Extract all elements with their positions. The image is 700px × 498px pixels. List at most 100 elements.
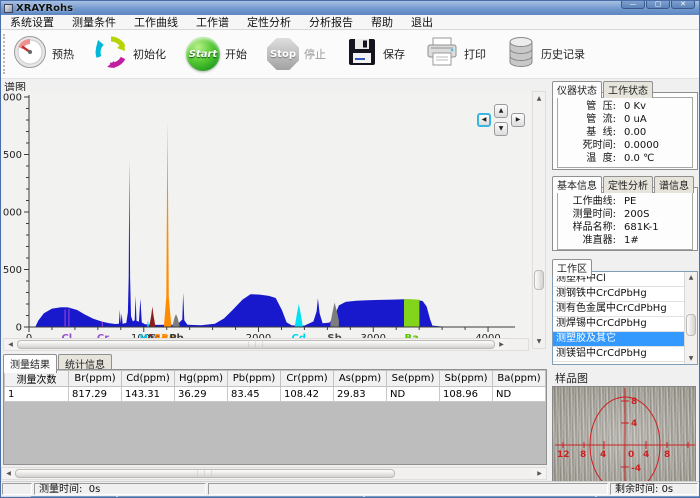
workzone-item-1[interactable]: 测钢铁中CrCdPbHg	[553, 287, 697, 302]
scroll-right-icon[interactable]: ▶	[533, 468, 546, 479]
info-label: 管 压:	[558, 100, 616, 113]
tab-info-2[interactable]: 谱信息	[654, 176, 694, 193]
table-hscroll-thumb[interactable]: ⋮⋮⋮	[15, 469, 395, 478]
save-button[interactable]: 保存	[346, 36, 405, 72]
scroll-down-icon[interactable]: ▼	[685, 353, 697, 364]
pan-left-button[interactable]: ◀	[477, 113, 491, 127]
info-value: 681K-1	[616, 221, 659, 234]
info-row: 管 流:0 uA	[558, 113, 692, 126]
scroll-up-icon[interactable]: ▲	[533, 93, 545, 104]
column-header: Cr(ppm)	[281, 371, 334, 387]
menu-item-7[interactable]: 退出	[402, 15, 442, 30]
info-value: 0.0 ℃	[616, 152, 654, 165]
history-button[interactable]: 历史记录	[506, 35, 585, 73]
workzone-scrollbar[interactable]: ▲ ▼	[684, 272, 697, 364]
tab-info-0[interactable]: 基本信息	[552, 176, 602, 193]
workzone-item-5[interactable]: 测镁铝中CrCdPbHg	[553, 347, 697, 362]
info-value: 0.0000	[616, 139, 659, 152]
toolbar-gripper[interactable]	[3, 34, 7, 74]
menu-item-5[interactable]: 分析报告	[300, 15, 362, 30]
instrument-status-box: 管 压:0 Kv管 流:0 uA基 线:0.00死时间:0.0000温 度:0.…	[552, 92, 698, 170]
chart-pan-controls: ◀ ▲ ▼ ▶	[477, 104, 527, 148]
scroll-left-icon[interactable]: ◀	[2, 468, 15, 479]
tab-instrument-0[interactable]: 仪器状态	[552, 81, 602, 98]
chart-horizontal-scrollbar[interactable]: ◀ ⋮⋮⋮ ▶	[3, 338, 529, 351]
maximize-button[interactable]: ▢	[646, 0, 670, 9]
menu-item-6[interactable]: 帮助	[362, 15, 402, 30]
chart-region: 谱图 050010001500200001000200030004000ClCr…	[1, 79, 549, 481]
chart-hscroll-thumb[interactable]: ⋮⋮⋮	[17, 340, 495, 349]
initialize-label: 初始化	[133, 46, 166, 62]
peak-Cl-marker-2	[69, 309, 70, 327]
table-cell: ND	[493, 387, 546, 402]
preheat-label: 预热	[52, 46, 74, 62]
tab-instrument-1[interactable]: 工作状态	[603, 81, 653, 98]
chart-vertical-scrollbar[interactable]: ▲ ▼	[532, 91, 546, 349]
svg-text:4: 4	[600, 450, 606, 460]
table-cell: 83.45	[228, 387, 281, 402]
column-header: Br(ppm)	[69, 371, 122, 387]
workzone-item-2[interactable]: 测有色金属中CrCdPbHg	[553, 302, 697, 317]
workzone-item-3[interactable]: 测焊锡中CrCdPbHg	[553, 317, 697, 332]
pan-up-button[interactable]: ▲	[494, 104, 508, 118]
info-label: 温 度:	[558, 152, 616, 165]
recycle-arrows-icon	[94, 35, 128, 73]
info-label: 基 线:	[558, 126, 616, 139]
table-row[interactable]: 1817.29143.3136.2983.45108.4229.83ND108.…	[5, 387, 546, 402]
menu-item-1[interactable]: 测量条件	[63, 15, 125, 30]
table-horizontal-scrollbar[interactable]: ◀ ⋮⋮⋮ ▶	[1, 467, 547, 480]
minimize-button[interactable]: —	[621, 0, 645, 9]
column-header: As(ppm)	[334, 371, 387, 387]
scroll-right-icon[interactable]: ▶	[495, 339, 508, 350]
pan-right-button[interactable]: ▶	[511, 113, 525, 127]
column-header: Sb(ppm)	[440, 371, 493, 387]
preheat-button[interactable]: 预热	[13, 35, 74, 73]
workzone-scroll-thumb[interactable]	[686, 314, 696, 336]
peak-Cl-marker-1	[65, 309, 66, 327]
right-panel: 仪器状态工作状态 管 压:0 Kv管 流:0 uA基 线:0.00死时间:0.0…	[552, 79, 698, 498]
peak-Hg-peak	[147, 320, 149, 327]
y-tick-label: 0	[16, 323, 22, 334]
scroll-left-icon[interactable]: ◀	[4, 339, 17, 350]
spectrum-chart[interactable]: 050010001500200001000200030004000ClCrHgA…	[3, 91, 531, 341]
column-header: Hg(ppm)	[175, 371, 228, 387]
sample-image-title: 样品图	[552, 370, 698, 386]
tab-info-1[interactable]: 定性分析	[603, 176, 653, 193]
menu-item-2[interactable]: 工作曲线	[125, 15, 187, 30]
scroll-up-icon[interactable]: ▲	[685, 272, 697, 283]
info-label: 样品名称:	[558, 221, 616, 234]
status-spacer	[2, 483, 32, 495]
initialize-button[interactable]: 初始化	[94, 35, 166, 73]
column-header: Ba(ppm)	[493, 371, 546, 387]
title-bar[interactable]: XRAYRohs — ▢ ✕	[1, 1, 699, 15]
peak-As-peak	[150, 307, 156, 328]
printer-icon	[425, 36, 459, 72]
table-cell: 1	[5, 387, 69, 402]
info-row: 准直器:1#	[558, 234, 692, 247]
table-cell: 29.83	[334, 387, 387, 402]
table-header-row: 测量次数Br(ppm)Cd(ppm)Hg(ppm)Pb(ppm)Cr(ppm)A…	[5, 371, 546, 387]
info-label: 工作曲线:	[558, 195, 616, 208]
column-header: Se(ppm)	[387, 371, 440, 387]
chart-vscroll-thumb[interactable]	[534, 270, 544, 290]
peak-Sb-peak	[330, 303, 339, 327]
scroll-down-icon[interactable]: ▼	[533, 336, 545, 347]
workzone-list: 测塑料中Cl测钢铁中CrCdPbHg测有色金属中CrCdPbHg测焊锡中CrCd…	[552, 271, 698, 365]
peak-Br-peak	[164, 121, 171, 327]
tab-results-0[interactable]: 测量结果	[3, 354, 57, 373]
menu-item-0[interactable]: 系统设置	[1, 15, 63, 30]
pan-down-button[interactable]: ▼	[494, 122, 508, 136]
close-button[interactable]: ✕	[671, 0, 695, 9]
print-button[interactable]: 打印	[425, 36, 486, 72]
menu-item-3[interactable]: 工作谱	[187, 15, 238, 30]
peak-Ba-band	[404, 299, 419, 327]
instrument-status-tabs: 仪器状态工作状态	[552, 79, 698, 93]
info-row: 测量时间:200S	[558, 208, 692, 221]
stop-button[interactable]: Stop 停止	[267, 38, 326, 70]
start-button[interactable]: Start 开始	[186, 37, 247, 71]
svg-text:0: 0	[628, 450, 634, 460]
workzone-item-4[interactable]: 测塑胶及其它	[553, 332, 697, 347]
info-label: 准直器:	[558, 234, 616, 247]
tab-workzone[interactable]: 工作区	[552, 259, 592, 276]
menu-item-4[interactable]: 定性分析	[238, 15, 300, 30]
